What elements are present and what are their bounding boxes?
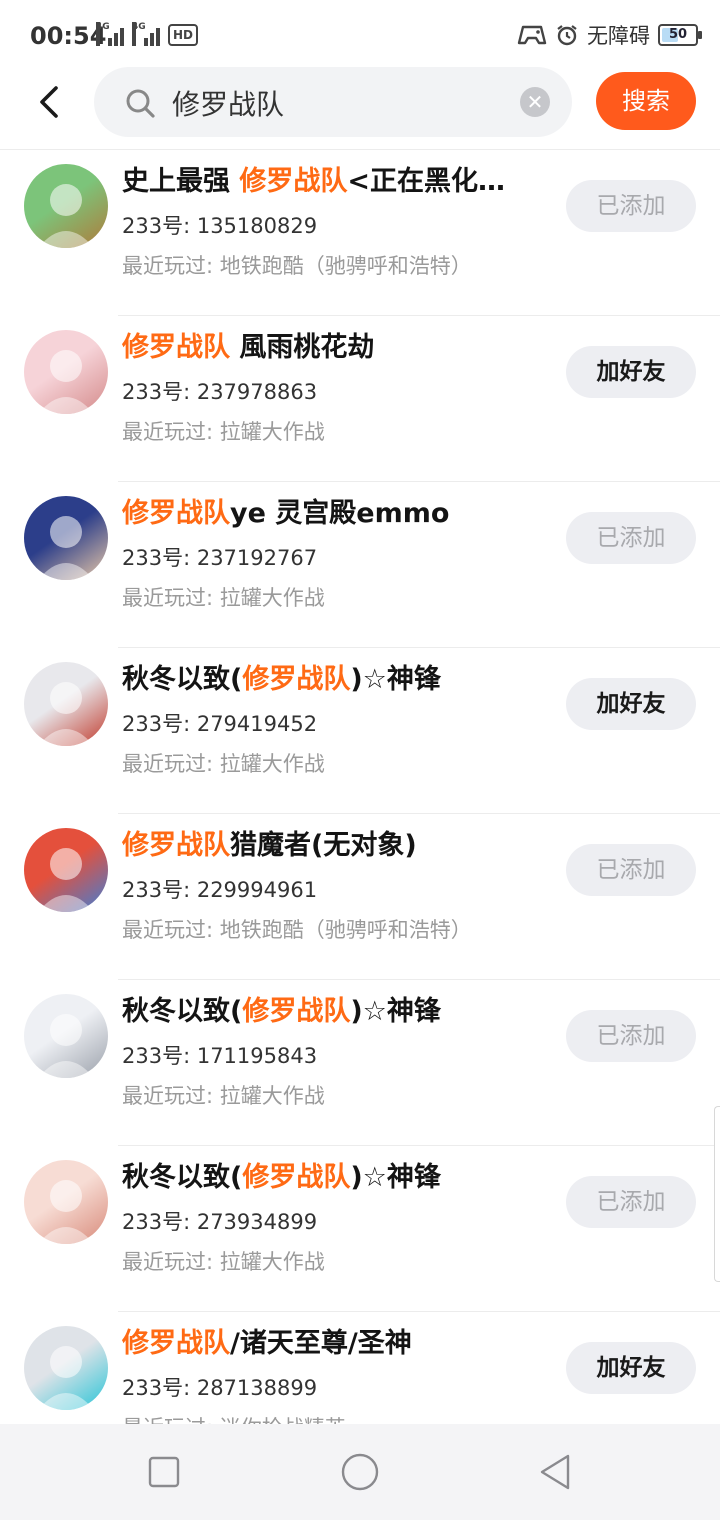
recent-apps-icon[interactable] <box>144 1452 184 1492</box>
back-icon[interactable] <box>536 1452 576 1492</box>
hd-icon: HD <box>168 24 198 46</box>
list-item[interactable]: 修罗战队 風雨桃花劫 233号: 237978863 最近玩过: 拉罐大作战 加好友 <box>0 316 720 482</box>
name-text: 猎魔者(无对象) <box>230 830 417 861</box>
battery-level: 50 <box>668 27 688 42</box>
user-name: 史上最强 修罗战队<正在黑化… <box>122 162 542 202</box>
add-friend-button[interactable]: 加好友 <box>566 1342 696 1394</box>
recently-played: 最近玩过: 迷你枪战精英 <box>122 1412 346 1424</box>
list-item[interactable]: 秋冬以致(修罗战队)☆神锋 233号: 279419452 最近玩过: 拉罐大作战 加… <box>0 648 720 814</box>
user-id: 233号: 287138899 <box>122 1376 318 1400</box>
search-query[interactable]: 修罗战队 <box>172 83 284 123</box>
name-text: 秋冬以致( <box>122 996 243 1027</box>
recently-played: 最近玩过: 地铁跑酷（驰骋呼和浩特） <box>122 254 472 278</box>
highlighted-keyword: 修罗战队 <box>242 1162 351 1193</box>
user-name: 秋冬以致(修罗战队)☆神锋 <box>122 1158 542 1198</box>
recently-played: 最近玩过: 拉罐大作战 <box>122 420 325 444</box>
scrollbar[interactable] <box>714 1106 720 1282</box>
added-button[interactable]: 已添加 <box>566 1010 696 1062</box>
highlighted-keyword: 修罗战队 <box>242 664 351 695</box>
recently-played: 最近玩过: 拉罐大作战 <box>122 1084 325 1108</box>
user-id: 233号: 237978863 <box>122 380 318 404</box>
add-friend-button[interactable]: 加好友 <box>566 346 696 398</box>
search-button[interactable]: 搜索 <box>596 72 696 130</box>
battery-icon: 50 <box>658 24 702 46</box>
result-list: 史上最强 修罗战队<正在黑化… 233号: 135180829 最近玩过: 地铁跑酷… <box>0 150 720 1424</box>
added-button[interactable]: 已添加 <box>566 1176 696 1228</box>
added-button[interactable]: 已添加 <box>566 512 696 564</box>
name-text: )☆神锋 <box>350 1162 441 1193</box>
recently-played: 最近玩过: 拉罐大作战 <box>122 752 325 776</box>
user-name: 修罗战队ye 灵宫殿emmo <box>122 494 542 534</box>
avatar[interactable] <box>24 1326 108 1410</box>
added-button[interactable]: 已添加 <box>566 180 696 232</box>
list-item[interactable]: 秋冬以致(修罗战队)☆神锋 233号: 273934899 最近玩过: 拉罐大作战 已… <box>0 1146 720 1312</box>
highlighted-keyword: 修罗战队 <box>239 166 348 197</box>
network-type-label: 4G <box>96 22 110 46</box>
accessibility-label: 无障碍 <box>587 24 650 48</box>
alarm-icon <box>557 25 577 46</box>
name-text: )☆神锋 <box>350 996 441 1027</box>
highlighted-keyword: 修罗战队 <box>242 996 351 1027</box>
user-id: 233号: 279419452 <box>122 712 318 736</box>
recently-played: 最近玩过: 拉罐大作战 <box>122 586 325 610</box>
avatar[interactable] <box>24 1160 108 1244</box>
status-right: 无障碍 50 <box>517 20 702 50</box>
avatar[interactable] <box>24 496 108 580</box>
gamepad-icon <box>517 25 547 45</box>
search-icon <box>126 89 155 118</box>
list-item[interactable]: 修罗战队猎魔者(无对象) 233号: 229994961 最近玩过: 地铁跑酷（驰骋… <box>0 814 720 980</box>
avatar[interactable] <box>24 330 108 414</box>
highlighted-keyword: 修罗战队 <box>122 830 230 861</box>
list-item[interactable]: 史上最强 修罗战队<正在黑化… 233号: 135180829 最近玩过: 地铁跑酷… <box>0 150 720 316</box>
navigation-bar <box>0 1424 720 1520</box>
list-item[interactable]: 修罗战队ye 灵宫殿emmo 233号: 237192767 最近玩过: 拉罐大作战… <box>0 482 720 648</box>
highlighted-keyword: 修罗战队 <box>122 332 230 363</box>
clear-icon[interactable]: ✕ <box>520 87 550 117</box>
user-id: 233号: 135180829 <box>122 214 318 238</box>
status-bar: 00:54 4G 4G HD 无障碍 50 <box>0 0 720 70</box>
highlighted-keyword: 修罗战队 <box>122 498 230 529</box>
name-text: 秋冬以致( <box>122 664 243 695</box>
recently-played: 最近玩过: 地铁跑酷（驰骋呼和浩特） <box>122 918 472 942</box>
network-type-label: 4G <box>132 22 146 46</box>
name-text: ye 灵宫殿emmo <box>230 498 450 529</box>
avatar[interactable] <box>24 994 108 1078</box>
avatar[interactable] <box>24 662 108 746</box>
name-text: 史上最强 <box>122 166 240 197</box>
user-name: 秋冬以致(修罗战队)☆神锋 <box>122 660 542 700</box>
name-text: <正在黑化… <box>347 166 506 197</box>
signal-icon: 4G <box>96 22 126 46</box>
highlighted-keyword: 修罗战队 <box>122 1328 230 1359</box>
name-text: 風雨桃花劫 <box>230 332 375 363</box>
user-name: 修罗战队猎魔者(无对象) <box>122 826 542 866</box>
name-text: )☆神锋 <box>350 664 441 695</box>
user-name: 秋冬以致(修罗战队)☆神锋 <box>122 992 542 1032</box>
signal-icon: 4G <box>132 22 162 46</box>
add-friend-button[interactable]: 加好友 <box>566 678 696 730</box>
avatar[interactable] <box>24 164 108 248</box>
user-name: 修罗战队/诸天至尊/圣神 <box>122 1324 542 1364</box>
user-id: 233号: 273934899 <box>122 1210 318 1234</box>
name-text: 秋冬以致( <box>122 1162 243 1193</box>
name-text: /诸天至尊/圣神 <box>230 1328 412 1359</box>
user-name: 修罗战队 風雨桃花劫 <box>122 328 542 368</box>
user-id: 233号: 171195843 <box>122 1044 318 1068</box>
back-arrow-icon[interactable] <box>28 80 72 124</box>
user-id: 233号: 229994961 <box>122 878 318 902</box>
status-time: 00:54 <box>30 22 107 50</box>
search-header: 修罗战队 ✕ 搜索 <box>0 64 720 150</box>
recently-played: 最近玩过: 拉罐大作战 <box>122 1250 325 1274</box>
list-item[interactable]: 秋冬以致(修罗战队)☆神锋 233号: 171195843 最近玩过: 拉罐大作战 已… <box>0 980 720 1146</box>
avatar[interactable] <box>24 828 108 912</box>
user-id: 233号: 237192767 <box>122 546 318 570</box>
home-icon[interactable] <box>340 1452 380 1492</box>
search-input[interactable]: 修罗战队 ✕ <box>94 67 572 137</box>
added-button[interactable]: 已添加 <box>566 844 696 896</box>
network-indicators: 4G 4G HD <box>96 22 198 46</box>
list-item[interactable]: 修罗战队/诸天至尊/圣神 233号: 287138899 最近玩过: 迷你枪战精英 加… <box>0 1312 720 1424</box>
